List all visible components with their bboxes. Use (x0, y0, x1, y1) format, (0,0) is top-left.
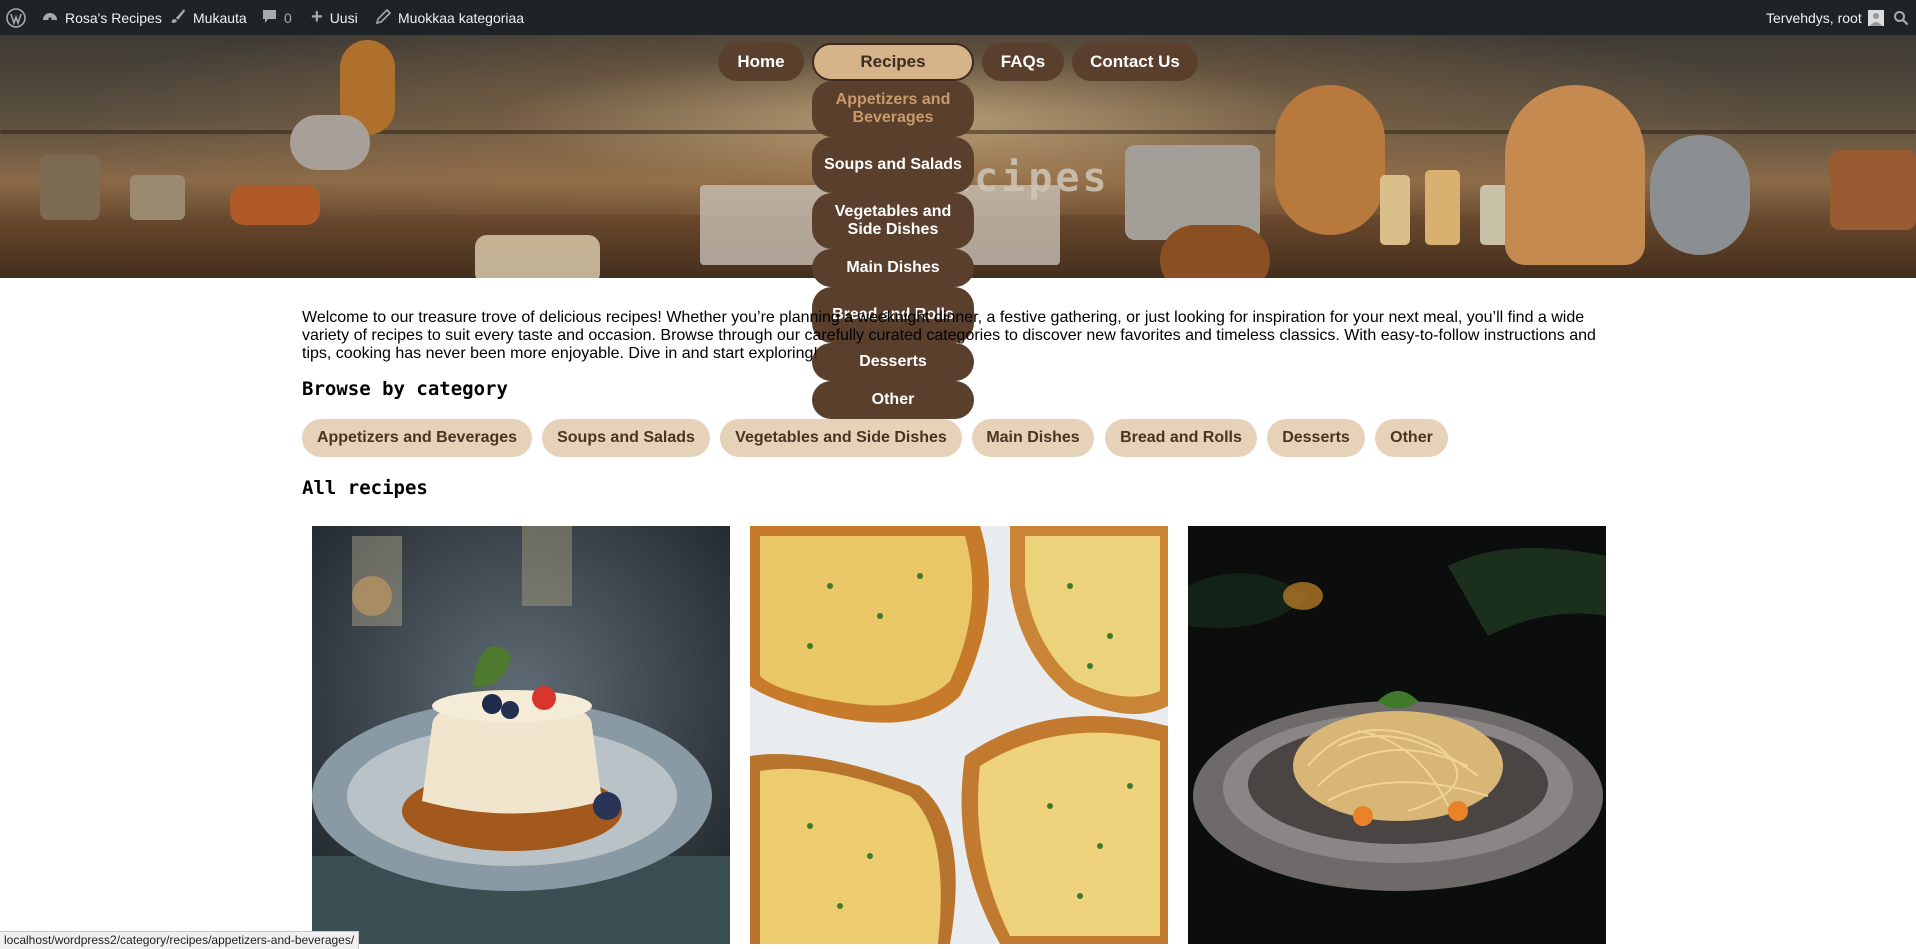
nav-faqs[interactable]: FAQs (982, 43, 1064, 81)
new-label: Uusi (329, 9, 358, 26)
plus-icon: + (311, 6, 323, 28)
avatar (1867, 9, 1884, 26)
comments-link[interactable]: 0 (262, 0, 292, 35)
pencil-icon (375, 8, 392, 27)
dropdown-item-other[interactable]: Other (812, 381, 974, 419)
category-bread[interactable]: Bread and Rolls (1105, 419, 1257, 457)
category-soups[interactable]: Soups and Salads (542, 419, 710, 457)
dashboard-icon (42, 8, 58, 27)
recipe-image-pasta (1188, 526, 1606, 944)
all-recipes-heading: All recipes (302, 477, 428, 499)
recipe-card-bread[interactable] (750, 526, 1168, 944)
category-desserts[interactable]: Desserts (1267, 419, 1365, 457)
customize-link[interactable]: Mukauta (170, 0, 247, 35)
edit-category-label: Muokkaa kategoriaa (398, 9, 525, 26)
browse-heading: Browse by category (302, 378, 508, 400)
dropdown-item-appetizers[interactable]: Appetizers and Beverages (812, 81, 974, 137)
category-main-dishes[interactable]: Main Dishes (972, 419, 1094, 457)
nav-contact[interactable]: Contact Us (1072, 43, 1198, 81)
recipe-card-dessert[interactable] (312, 526, 730, 944)
category-appetizers[interactable]: Appetizers and Beverages (302, 419, 532, 457)
wordpress-logo-icon[interactable] (6, 0, 26, 35)
greeting-label: Tervehdys, root (1766, 9, 1862, 26)
nav-recipes[interactable]: Recipes (812, 43, 974, 81)
admin-bar: Rosa's Recipes Mukauta 0 + Uusi Muokkaa … (0, 0, 1916, 35)
intro-text: Welcome to our treasure trove of delicio… (302, 309, 1596, 362)
edit-category-link[interactable]: Muokkaa kategoriaa (375, 0, 525, 35)
dropdown-item-vegetables[interactable]: Vegetables and Side Dishes (812, 193, 974, 249)
site-name-label: Rosa's Recipes (65, 9, 162, 26)
recipe-card-pasta[interactable] (1188, 526, 1606, 944)
customize-label: Mukauta (193, 9, 247, 26)
comments-count: 0 (284, 9, 292, 26)
account-menu[interactable]: Tervehdys, root (1766, 0, 1884, 35)
dropdown-item-soups[interactable]: Soups and Salads (812, 137, 974, 193)
brush-icon (170, 8, 186, 27)
new-link[interactable]: + Uusi (311, 0, 358, 35)
category-other[interactable]: Other (1375, 419, 1448, 457)
comment-icon (262, 9, 277, 27)
site-name-link[interactable]: Rosa's Recipes (42, 0, 162, 35)
recipe-image-panna-cotta (312, 526, 730, 944)
recipe-image-garlic-bread (750, 526, 1168, 944)
dropdown-item-main-dishes[interactable]: Main Dishes (812, 249, 974, 287)
nav-home[interactable]: Home (718, 43, 804, 81)
category-vegetables[interactable]: Vegetables and Side Dishes (720, 419, 962, 457)
browser-status-url: localhost/wordpress2/category/recipes/ap… (0, 931, 360, 949)
search-icon[interactable] (1893, 0, 1909, 35)
